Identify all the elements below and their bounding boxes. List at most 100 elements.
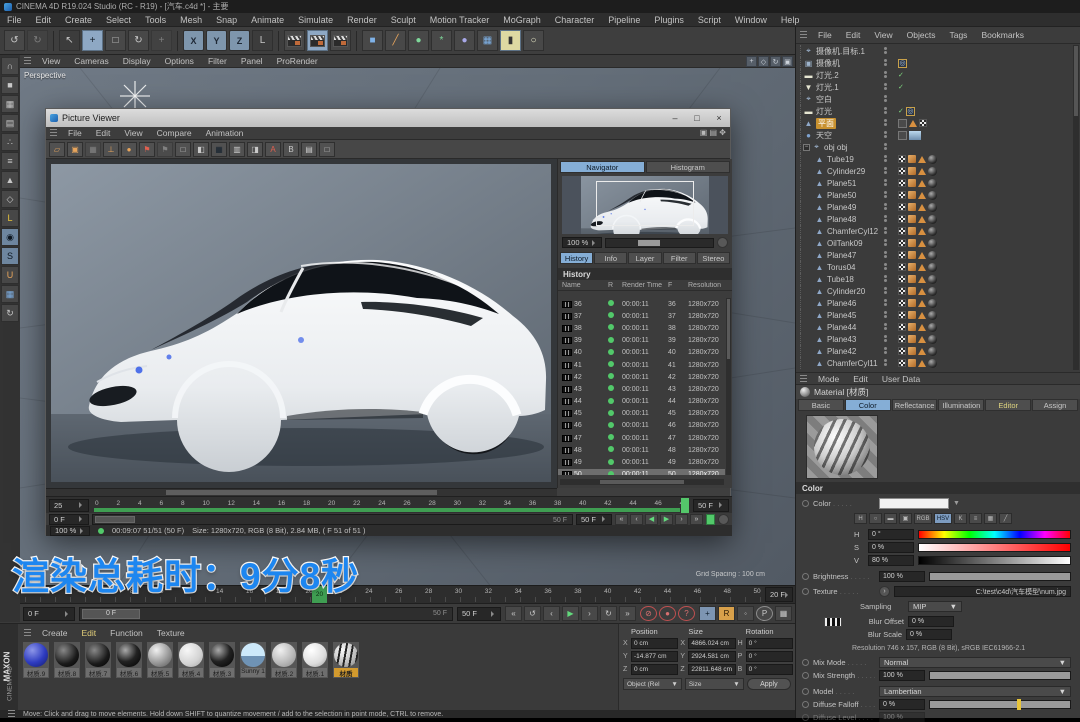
render-picture-viewer-icon[interactable]	[307, 30, 328, 51]
mat-tag-icon[interactable]	[928, 275, 937, 284]
checker-tag-icon[interactable]	[898, 311, 906, 319]
pv-frame-scrubber[interactable]: 50 F	[92, 514, 573, 525]
material-item[interactable]: 材质.6	[115, 641, 143, 679]
visibility-dots-icon[interactable]	[884, 119, 887, 127]
color-swatch[interactable]	[879, 498, 949, 509]
coordinate-input[interactable]: 0 cm	[631, 638, 678, 649]
mat-tag-icon[interactable]	[928, 299, 937, 308]
phong-tag-icon[interactable]	[908, 251, 916, 259]
menu-item[interactable]: Character	[548, 15, 602, 25]
picture-viewer-dock-icons[interactable]: ▣ ▤ ✥	[700, 128, 726, 137]
target-tag-icon[interactable]: ◎	[906, 107, 915, 116]
visibility-dots-icon[interactable]	[884, 251, 887, 259]
object-row[interactable]: ⌖摄像机.目标.1	[796, 45, 1072, 57]
phong-tag-icon[interactable]	[908, 155, 916, 163]
picture-viewer-window[interactable]: Picture Viewer –□× FileEditViewCompareAn…	[45, 108, 731, 535]
visibility-dots-icon[interactable]	[884, 275, 887, 283]
material-item[interactable]: 材质.8	[53, 641, 81, 679]
tab-navigator[interactable]: Navigator	[560, 161, 645, 173]
key-position-toggle[interactable]: +	[699, 606, 716, 621]
pv-zoom-input[interactable]: 100 %	[50, 526, 90, 536]
filmstrip-icon[interactable]: ▤	[301, 142, 317, 157]
checker-tag-icon[interactable]	[898, 287, 906, 295]
object-name[interactable]: 灯光.2	[816, 70, 839, 81]
save-file-icon[interactable]: ▣	[67, 142, 83, 157]
brightness-slider[interactable]	[929, 572, 1071, 581]
history-scrollbar-horizontal[interactable]	[560, 479, 724, 485]
seltri-tag-icon[interactable]	[918, 168, 926, 175]
mix-mode-dropdown[interactable]: Normal▼	[879, 657, 1071, 668]
object-row[interactable]: ▲Plane49	[796, 201, 1072, 213]
object-name[interactable]: Plane51	[827, 179, 856, 188]
menu-item[interactable]: ProRender	[270, 56, 325, 66]
visibility-dots-icon[interactable]	[884, 167, 887, 175]
mix-strength-slider[interactable]	[929, 671, 1071, 680]
wheel-icon[interactable]: ○	[869, 513, 882, 524]
menu-item[interactable]: Snap	[209, 15, 244, 25]
picture-viewer-titlebar[interactable]: Picture Viewer	[46, 109, 730, 127]
fullscreen-icon[interactable]: □	[319, 142, 335, 157]
go-end-icon[interactable]: »	[619, 606, 636, 621]
snap-icon[interactable]: S	[1, 247, 19, 265]
open-file-icon[interactable]: ▱	[49, 142, 65, 157]
anim-dot-icon[interactable]	[802, 701, 809, 708]
menu-item[interactable]: Texture	[150, 628, 192, 638]
axis-y-lock-icon[interactable]: Y	[206, 30, 227, 51]
history-column-header[interactable]: R	[608, 282, 622, 289]
mat-tag-icon[interactable]	[928, 359, 937, 368]
saturation-slider[interactable]	[918, 543, 1071, 552]
object-row[interactable]: ●天空	[796, 129, 1072, 141]
visibility-dots-icon[interactable]	[884, 107, 887, 115]
menu-item[interactable]: Edit	[89, 128, 118, 138]
menu-item[interactable]: Sculpt	[384, 15, 423, 25]
mat-tag-icon[interactable]	[928, 251, 937, 260]
object-row[interactable]: ▲Plane48	[796, 213, 1072, 225]
navigator-fit-button[interactable]	[717, 237, 728, 248]
blur-scale-input[interactable]: 0 %	[906, 629, 952, 640]
pv-scrubber-thumb[interactable]	[95, 516, 135, 523]
object-name[interactable]: Plane43	[827, 335, 856, 344]
coordinate-input[interactable]: -14.877 cm	[631, 651, 678, 662]
visibility-dots-icon[interactable]	[884, 311, 887, 319]
object-name[interactable]: Plane48	[827, 215, 856, 224]
navigator-zoom-input[interactable]: 100 %	[562, 237, 602, 248]
blur-offset-input[interactable]: 0 %	[908, 616, 954, 627]
layers-icon[interactable]: ▦	[1, 285, 19, 303]
history-row[interactable]: 4500:00:11451280x720	[558, 408, 725, 420]
loop-icon[interactable]: ↻	[600, 606, 617, 621]
seltri-tag-icon[interactable]	[918, 276, 926, 283]
object-row[interactable]: ▲Plane45	[796, 309, 1072, 321]
history-row[interactable]: 4200:00:11421280x720	[558, 371, 725, 383]
menu-item[interactable]: Create	[35, 628, 75, 638]
menu-item[interactable]: Plugins	[647, 15, 691, 25]
light-icon[interactable]: ○	[523, 30, 544, 51]
flag-image-icon[interactable]: ⚑	[139, 142, 155, 157]
tab-assign[interactable]: Assign	[1032, 399, 1078, 411]
swatch-grid-icon[interactable]: ▦	[984, 513, 997, 524]
coordinate-input[interactable]: 0 °	[746, 651, 793, 662]
object-row[interactable]: ▲Cylinder20	[796, 285, 1072, 297]
mat-tag-icon[interactable]	[928, 347, 937, 356]
undo-icon[interactable]: ↺	[4, 30, 25, 51]
visibility-dots-icon[interactable]	[884, 191, 887, 199]
phong-tag-icon[interactable]	[908, 215, 916, 223]
history-row[interactable]: 4300:00:11431280x720	[558, 383, 725, 395]
seltri-tag-icon[interactable]	[918, 336, 926, 343]
mat-tag-icon[interactable]	[928, 335, 937, 344]
checker-tag-icon[interactable]	[898, 335, 906, 343]
checker-tag-icon[interactable]	[898, 359, 906, 367]
history-row[interactable]: 4800:00:11481280x720	[558, 444, 725, 456]
object-row[interactable]: ▲OilTank09	[796, 237, 1072, 249]
mat-tag-icon[interactable]	[928, 179, 937, 188]
copy-image-icon[interactable]: ▦	[85, 142, 101, 157]
phong-tag-icon[interactable]	[908, 239, 916, 247]
menu-item[interactable]: File	[61, 128, 89, 138]
mat-tag-icon[interactable]	[928, 263, 937, 272]
mat-tag-icon[interactable]	[928, 239, 937, 248]
pv-next-frame-icon[interactable]: ›	[675, 514, 688, 525]
camera-icon[interactable]: ▮	[500, 30, 521, 51]
close-button[interactable]: ×	[708, 109, 730, 126]
diffuse-falloff-slider[interactable]	[929, 700, 1071, 709]
mat-tag-icon[interactable]	[928, 287, 937, 296]
menu-item[interactable]: File	[0, 15, 29, 25]
